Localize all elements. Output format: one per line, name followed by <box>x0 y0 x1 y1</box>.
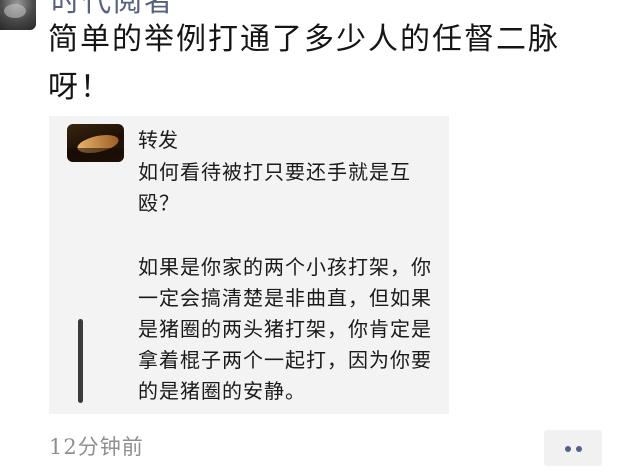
more-options-icon <box>565 446 571 452</box>
shared-card-tag: 转发 <box>138 128 178 152</box>
shared-card-body: 如果是你家的两个小孩打架，你一定会搞清楚是非曲直，但如果是猪圈的两头猪打架，你肯… <box>138 255 432 403</box>
post-text: 简单的举例打通了多少人的任督二脉呀！ <box>48 22 560 105</box>
avatar[interactable] <box>0 0 36 30</box>
more-options-button[interactable] <box>544 430 602 466</box>
more-options-icon-dot <box>576 446 582 452</box>
author-name[interactable]: 时代阅者 <box>51 0 175 17</box>
card-scrollbar[interactable] <box>78 319 83 403</box>
shared-card[interactable]: 转发 如何看待被打只要还手就是互殴？ 如果是你家的两个小孩打架，你一定会搞清楚是… <box>49 116 449 414</box>
post-timestamp: 12分钟前 <box>49 435 144 459</box>
shared-thumbnail-image <box>67 124 124 162</box>
shared-card-question: 如何看待被打只要还手就是互殴？ <box>138 160 411 215</box>
